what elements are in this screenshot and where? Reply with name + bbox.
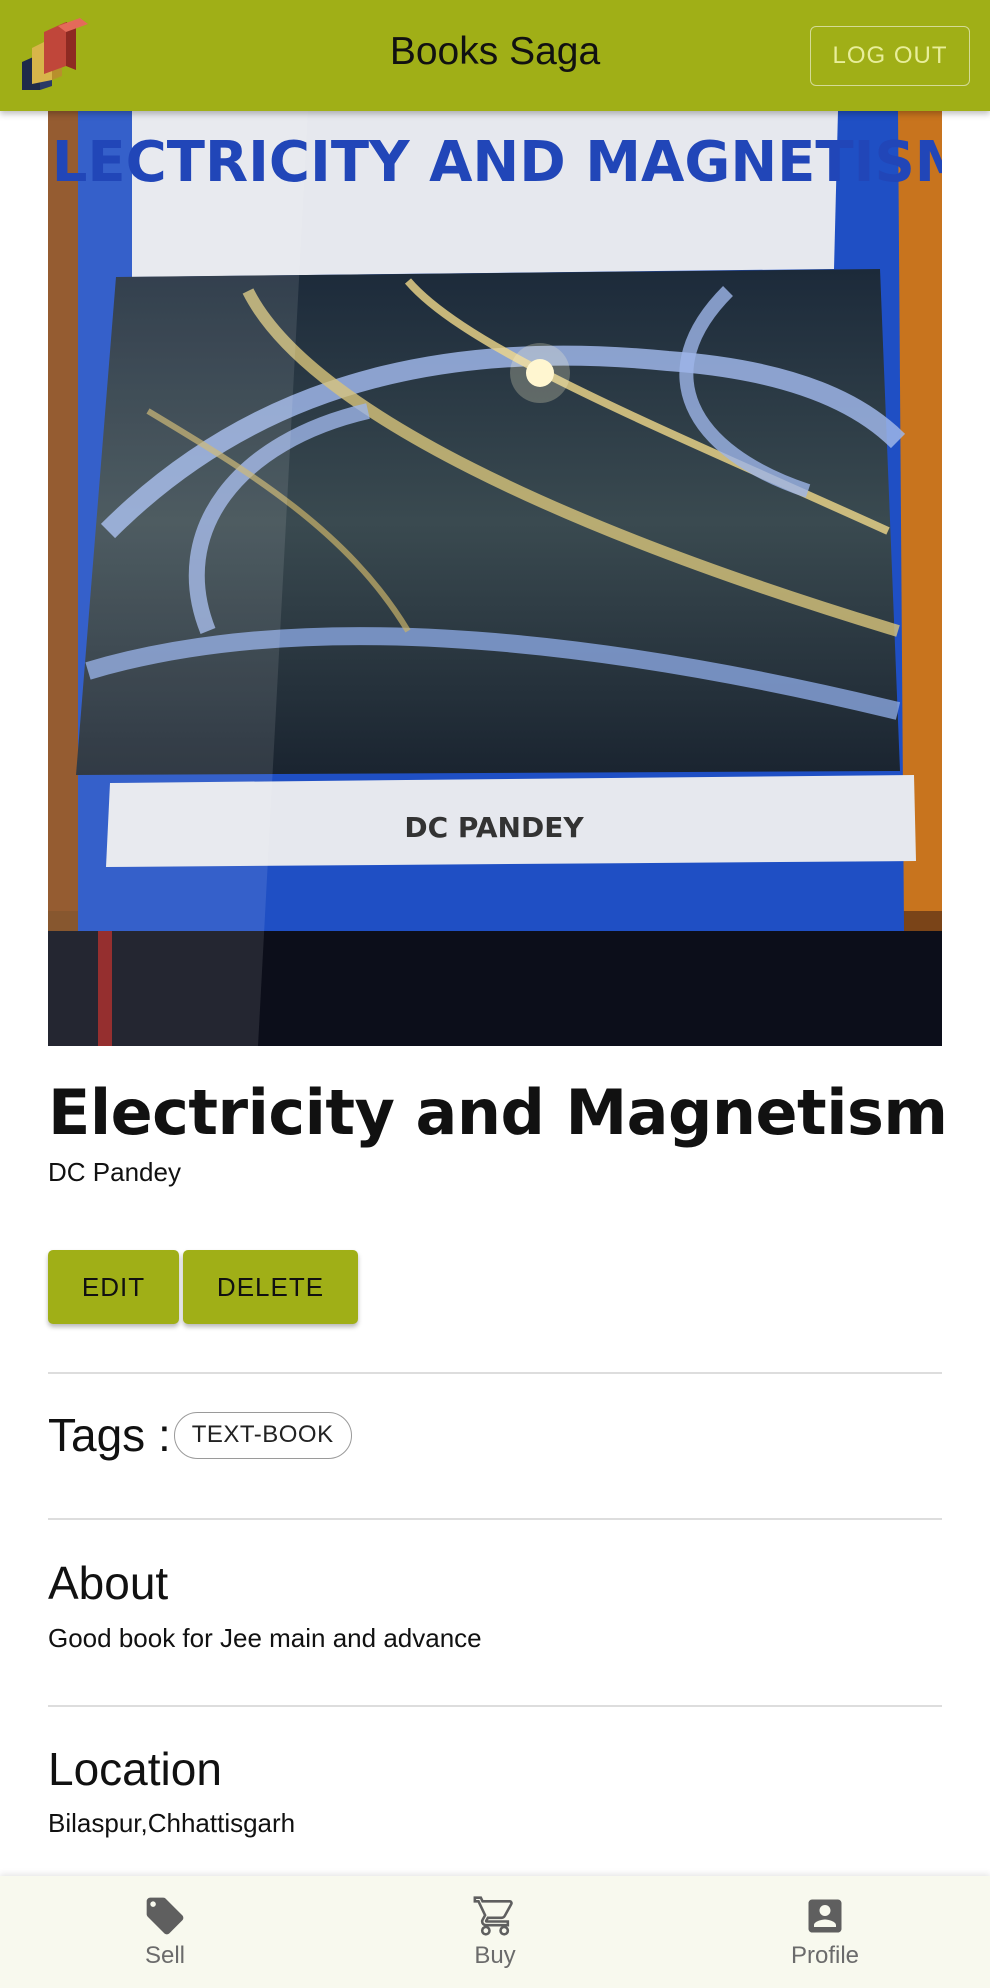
- nav-item-sell[interactable]: Sell: [85, 1876, 245, 1988]
- edit-button[interactable]: EDIT: [48, 1250, 179, 1324]
- tags-row: Tags : TEXT-BOOK: [48, 1408, 352, 1462]
- book-author: DC Pandey: [48, 1157, 181, 1187]
- about-heading: About: [48, 1557, 169, 1609]
- cover-title-text: ELECTRICITY AND MAGNETISM: [48, 130, 942, 195]
- nav-item-profile[interactable]: Profile: [745, 1876, 905, 1988]
- location-heading: Location: [48, 1743, 222, 1795]
- book-title: Electricity and Magnetism: [48, 1076, 948, 1149]
- about-text: Good book for Jee main and advance: [48, 1623, 482, 1653]
- account-box-icon: [808, 1899, 842, 1933]
- nav-label-profile: Profile: [790, 1942, 860, 1969]
- app-bar: Books Saga LOG OUT: [0, 0, 990, 111]
- divider: [48, 1372, 942, 1374]
- cover-author-text: DC PANDEY: [404, 811, 584, 844]
- book-actions: EDIT DELETE: [48, 1250, 358, 1324]
- cart-icon: [473, 1896, 513, 1936]
- tag-icon: [146, 1897, 184, 1935]
- nav-label-sell: Sell: [144, 1942, 186, 1969]
- bottom-navigation: Sell Buy Profile: [0, 1876, 990, 1988]
- divider: [48, 1705, 942, 1707]
- logout-button[interactable]: LOG OUT: [810, 26, 970, 86]
- tags-label: Tags :: [48, 1409, 171, 1461]
- nav-label-buy: Buy: [474, 1942, 516, 1969]
- divider: [48, 1518, 942, 1520]
- book-cover-photo: ELECTRICITY AND MAGNETISM DC PANDEY: [48, 111, 942, 1046]
- location-text: Bilaspur,Chhattisgarh: [48, 1808, 296, 1838]
- delete-button[interactable]: DELETE: [183, 1250, 358, 1324]
- tag-chip[interactable]: TEXT-BOOK: [173, 1411, 352, 1459]
- nav-item-buy[interactable]: Buy: [415, 1876, 575, 1988]
